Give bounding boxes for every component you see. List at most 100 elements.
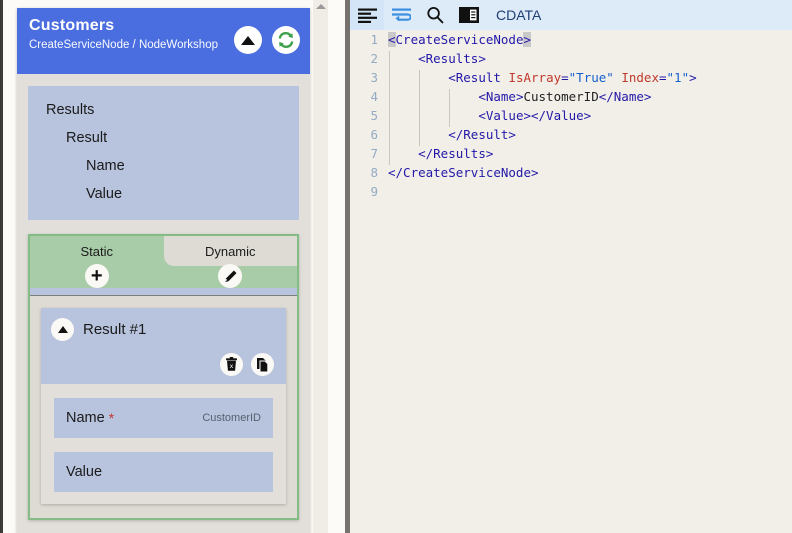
indent-guide [389, 70, 390, 89]
code-token: "1" [666, 70, 690, 85]
word-wrap-icon [391, 8, 411, 21]
line-number: 2 [370, 51, 378, 66]
code-token: CreateServiceNode [395, 32, 524, 47]
plus-icon: + [90, 265, 103, 287]
line-number: 6 [370, 127, 378, 142]
triangle-up-icon [57, 326, 68, 333]
result-collapse-button[interactable] [51, 318, 74, 341]
indent-guide [419, 70, 421, 89]
code-line-text: <Result IsArray="True" Index="1"> [388, 70, 697, 89]
line-number: 8 [370, 165, 378, 180]
field-value-label: Value [66, 464, 103, 480]
line-number: 1 [370, 32, 378, 47]
line-number: 4 [370, 89, 378, 104]
code-token: <Result [448, 70, 509, 85]
node-header-actions [234, 26, 300, 54]
xml-code-view[interactable]: 1 <CreateServiceNode> 2 <Results> 3 <Result… [350, 30, 792, 533]
add-result-button[interactable]: + [84, 264, 109, 288]
code-line[interactable]: 2 <Results> [350, 49, 792, 70]
code-line[interactable]: 3 <Result IsArray="True" Index="1"> [350, 68, 792, 89]
tab-static-label: Static [80, 244, 113, 259]
result-item-title: Result #1 [83, 321, 147, 338]
code-token: </Name> [598, 89, 652, 104]
code-token: > [523, 32, 531, 47]
code-line-text: <Value></Value> [388, 108, 591, 127]
code-line[interactable]: 9 [350, 182, 792, 201]
code-line-text: </Results> [388, 146, 494, 165]
format-lines-button[interactable] [350, 0, 384, 30]
schema-node-results[interactable]: Results [28, 96, 299, 124]
trash-x-icon: x [226, 357, 237, 371]
indent-guide [419, 127, 421, 146]
tab-action-row: + [30, 264, 297, 288]
indent-guide [389, 127, 390, 146]
code-token: </Result> [448, 127, 516, 142]
code-line[interactable]: 4 <Name>CustomerID</Name> [350, 87, 792, 108]
tab-separator [30, 288, 297, 296]
format-lines-icon [357, 8, 377, 23]
code-token: = [658, 70, 667, 85]
tab-content-static: Result #1 x Name * CustomerID Value [30, 296, 297, 518]
delete-result-button[interactable]: x [220, 353, 243, 376]
editor-toolbar: CDATA [350, 0, 792, 30]
code-line-text: <Name>CustomerID</Name> [388, 89, 652, 108]
indent-guide [389, 146, 390, 165]
line-number: 9 [370, 184, 378, 199]
search-button[interactable] [418, 0, 452, 30]
code-token: </CreateServiceNode> [388, 165, 539, 180]
code-line[interactable]: 6 </Result> [350, 125, 792, 146]
schema-node-name[interactable]: Name [28, 152, 299, 180]
code-line-text: </Result> [388, 127, 516, 146]
code-line[interactable]: 1 <CreateServiceNode> [350, 30, 792, 49]
tab-dynamic[interactable]: Dynamic [163, 236, 297, 266]
code-line-text: </CreateServiceNode> [388, 165, 539, 180]
copy-result-button[interactable] [251, 353, 274, 376]
code-token: < [388, 32, 396, 47]
node-card-header: Customers CreateServiceNode / NodeWorksh… [17, 8, 310, 74]
schema-node-value[interactable]: Value [28, 180, 299, 208]
code-line[interactable]: 5 <Value></Value> [350, 106, 792, 127]
scroll-up-arrow-icon [315, 4, 326, 9]
field-name-value: CustomerID [202, 412, 261, 424]
line-number: 5 [370, 108, 378, 123]
result-item-actions: x [220, 353, 274, 376]
code-token: = [561, 70, 569, 85]
cdata-label[interactable]: CDATA [496, 7, 541, 23]
schema-tree: Results Result Name Value [28, 86, 299, 220]
schema-node-result[interactable]: Result [28, 124, 299, 152]
word-wrap-button[interactable] [384, 0, 418, 30]
code-line-text: <Results> [388, 51, 486, 70]
collapse-button[interactable] [234, 26, 262, 54]
code-token: CustomerID [523, 89, 599, 104]
field-value[interactable]: Value [54, 452, 273, 492]
code-token: <Name> [478, 89, 524, 104]
code-line[interactable]: 8 </CreateServiceNode> [350, 163, 792, 182]
indent-guide [389, 89, 390, 108]
line-number: 7 [370, 146, 378, 161]
cdata-button[interactable] [452, 0, 486, 30]
field-name[interactable]: Name * CustomerID [54, 398, 273, 438]
scroll-up-button[interactable] [313, 4, 328, 9]
code-line[interactable]: 7 </Results> [350, 144, 792, 165]
tab-dynamic-label: Dynamic [204, 244, 256, 259]
result-item-card: Result #1 x Name * CustomerID Value [41, 308, 286, 504]
edit-dynamic-button[interactable] [218, 264, 243, 288]
tabs-bar: Static Dynamic + [30, 236, 297, 288]
refresh-button[interactable] [272, 26, 300, 54]
code-token: </Results> [418, 146, 494, 161]
code-token: IsArray [508, 70, 562, 85]
indent-guide [449, 108, 451, 127]
triangle-up-icon [241, 35, 255, 45]
left-panel-scrollbar[interactable] [313, 0, 328, 533]
indent-guide [449, 89, 451, 108]
indent-guide [419, 89, 421, 108]
node-card: Customers CreateServiceNode / NodeWorksh… [17, 8, 310, 533]
indent-guide [419, 108, 421, 127]
indent-guide [389, 51, 390, 70]
required-marker: * [108, 410, 115, 426]
tab-static[interactable]: Static [30, 236, 164, 266]
